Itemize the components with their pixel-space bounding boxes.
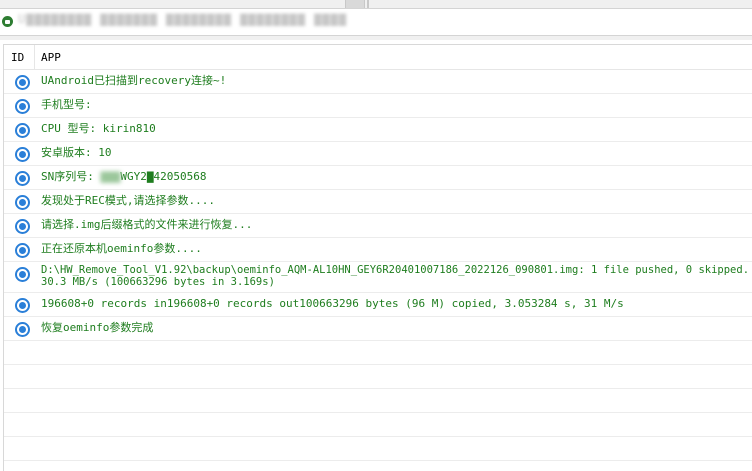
status-dot-icon [15, 171, 30, 186]
column-header-id[interactable]: ID [11, 51, 24, 64]
table-row[interactable]: CPU 型号: kirin810 [4, 118, 752, 142]
log-message: 发现处于REC模式,请选择参数.... [41, 194, 215, 207]
log-message: 请选择.img后缀格式的文件来进行恢复... [41, 218, 253, 231]
empty-row [4, 365, 752, 389]
log-message: 正在还原本机oeminfo参数.... [41, 242, 202, 255]
log-message: D:\HW_Remove_Tool_V1.92\backup\oeminfo_A… [41, 264, 750, 288]
top-bar: U▇▇▇▇▇▇▇▇ ▇▇▇▇▇▇▇ ▇▇▇▇▇▇▇▇ ▇▇▇▇▇▇▇▇ ▇▇▇▇ [0, 0, 752, 40]
status-dot-icon [15, 123, 30, 138]
list-rows: UAndroid已扫描到recovery连接~! 手机型号: CPU 型号: k… [4, 70, 752, 461]
table-row[interactable]: 正在还原本机oeminfo参数.... [4, 238, 752, 262]
table-row[interactable]: 请选择.img后缀格式的文件来进行恢复... [4, 214, 752, 238]
table-row[interactable]: UAndroid已扫描到recovery连接~! [4, 70, 752, 94]
table-row[interactable]: 发现处于REC模式,请选择参数.... [4, 190, 752, 214]
status-dot-icon [15, 99, 30, 114]
lock-icon [2, 16, 13, 27]
divider [367, 0, 369, 8]
table-row[interactable]: D:\HW_Remove_Tool_V1.92\backup\oeminfo_A… [4, 262, 752, 293]
empty-row [4, 413, 752, 437]
log-message: CPU 型号: kirin810 [41, 122, 156, 135]
column-header-app[interactable]: APP [41, 51, 61, 64]
table-row[interactable]: 196608+0 records in196608+0 records out1… [4, 293, 752, 317]
table-row[interactable]: SN序列号: ▇▇▇WGY2▇42050568 [4, 166, 752, 190]
status-dot-icon [15, 243, 30, 258]
table-row[interactable]: 恢复oeminfo参数完成 [4, 317, 752, 341]
path-text: U▇▇▇▇▇▇▇▇ ▇▇▇▇▇▇▇ ▇▇▇▇▇▇▇▇ ▇▇▇▇▇▇▇▇ ▇▇▇▇ [18, 12, 347, 26]
status-dot-icon [15, 219, 30, 234]
list-header: ID APP [4, 45, 752, 70]
empty-row [4, 389, 752, 413]
column-separator[interactable] [34, 45, 35, 69]
status-dot-icon [15, 195, 30, 210]
sn-value: WGY2▇42050568 [120, 170, 207, 183]
log-message: 手机型号: [41, 98, 92, 111]
empty-row [4, 341, 752, 365]
status-dot-icon [15, 322, 30, 337]
status-dot-icon [15, 147, 30, 162]
scrollbar-stub[interactable] [345, 0, 365, 8]
sn-label: SN序列号: [41, 170, 101, 183]
table-row[interactable]: 手机型号: [4, 94, 752, 118]
status-dot-icon [15, 298, 30, 313]
path-field[interactable]: U▇▇▇▇▇▇▇▇ ▇▇▇▇▇▇▇ ▇▇▇▇▇▇▇▇ ▇▇▇▇▇▇▇▇ ▇▇▇▇ [0, 8, 752, 36]
log-message: 196608+0 records in196608+0 records out1… [41, 297, 624, 310]
log-message: UAndroid已扫描到recovery连接~! [41, 74, 227, 87]
table-row[interactable]: 安卓版本: 10 [4, 142, 752, 166]
log-message: 安卓版本: 10 [41, 146, 112, 159]
log-list[interactable]: ID APP UAndroid已扫描到recovery连接~! 手机型号: CP… [3, 44, 752, 471]
status-dot-icon [15, 267, 30, 282]
log-message: SN序列号: ▇▇▇WGY2▇42050568 [41, 170, 206, 183]
log-message: 恢复oeminfo参数完成 [41, 321, 154, 334]
status-dot-icon [15, 75, 30, 90]
sn-hidden: ▇▇▇ [100, 170, 121, 183]
empty-row [4, 437, 752, 461]
